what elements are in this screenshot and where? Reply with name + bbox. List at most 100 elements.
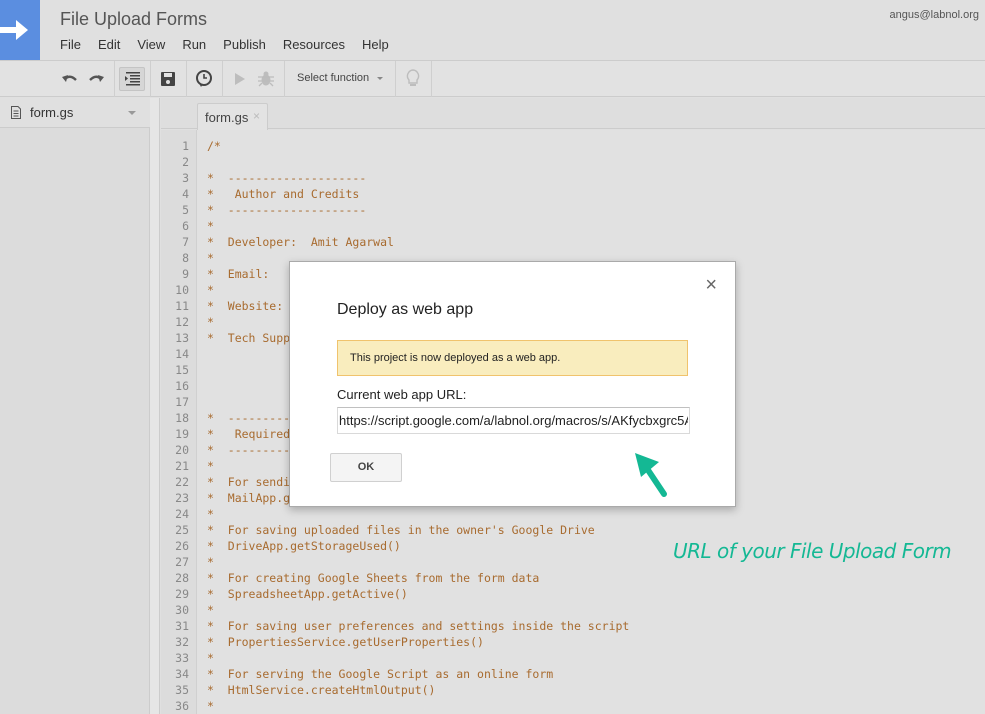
code-line: * bbox=[207, 699, 214, 713]
editor-tabs: form.gs × bbox=[161, 98, 985, 130]
line-number: 35 bbox=[175, 683, 189, 697]
line-number: 14 bbox=[175, 347, 189, 361]
redo-button[interactable] bbox=[83, 67, 109, 91]
line-number: 11 bbox=[175, 299, 189, 313]
code-line: * MailApp.g bbox=[207, 491, 291, 505]
line-number: 33 bbox=[175, 651, 189, 665]
code-line: * Author and Credits bbox=[207, 187, 360, 201]
menu-run[interactable]: Run bbox=[182, 37, 206, 52]
toolbar: Select function bbox=[0, 60, 985, 97]
line-number: 16 bbox=[175, 379, 189, 393]
line-number: 9 bbox=[182, 267, 189, 281]
line-number: 21 bbox=[175, 459, 189, 473]
line-number: 36 bbox=[175, 699, 189, 713]
code-line: * bbox=[207, 555, 214, 569]
project-title[interactable]: File Upload Forms bbox=[60, 9, 207, 30]
line-number: 20 bbox=[175, 443, 189, 457]
user-email[interactable]: angus@labnol.org bbox=[890, 9, 979, 21]
code-line: * --------- bbox=[207, 443, 291, 457]
code-line: * -------------------- bbox=[207, 203, 367, 217]
close-icon[interactable]: × bbox=[253, 109, 260, 123]
menu-resources[interactable]: Resources bbox=[283, 37, 345, 52]
line-number: 2 bbox=[182, 155, 189, 169]
save-icon bbox=[161, 72, 175, 86]
line-number: 13 bbox=[175, 331, 189, 345]
apps-script-editor: File Upload Forms angus@labnol.org File … bbox=[0, 0, 985, 714]
menu-file[interactable]: File bbox=[60, 37, 81, 52]
redo-icon bbox=[89, 75, 104, 82]
indent-icon bbox=[125, 72, 140, 86]
undo-icon bbox=[62, 75, 77, 82]
indent-button[interactable] bbox=[119, 67, 145, 91]
line-number: 17 bbox=[175, 395, 189, 409]
code-line: * For creating Google Sheets from the fo… bbox=[207, 571, 540, 585]
web-app-url-field[interactable] bbox=[337, 407, 690, 434]
ok-button[interactable]: OK bbox=[330, 453, 402, 482]
menu-help[interactable]: Help bbox=[362, 37, 389, 52]
lightbulb-icon bbox=[406, 69, 420, 86]
notice-text: This project is now deployed as a web ap… bbox=[350, 352, 561, 364]
code-line: * HtmlService.createHtmlOutput() bbox=[207, 683, 436, 697]
code-line: * Developer: Amit Agarwal bbox=[207, 235, 394, 249]
annotation-text: URL of your File Upload Form bbox=[673, 539, 952, 563]
line-number: 29 bbox=[175, 587, 189, 601]
code-line: * bbox=[207, 251, 214, 265]
line-number: 32 bbox=[175, 635, 189, 649]
line-number: 25 bbox=[175, 523, 189, 537]
line-number: 31 bbox=[175, 619, 189, 633]
code-line: * --------- bbox=[207, 411, 291, 425]
line-number: 27 bbox=[175, 555, 189, 569]
sidebar-file-label: form.gs bbox=[30, 105, 74, 120]
url-label: Current web app URL: bbox=[337, 387, 467, 402]
tab-form-gs[interactable]: form.gs × bbox=[197, 103, 268, 130]
triggers-button[interactable] bbox=[191, 67, 217, 91]
line-number: 24 bbox=[175, 507, 189, 521]
line-number: 30 bbox=[175, 603, 189, 617]
sidebar-file-form-gs[interactable]: form.gs bbox=[0, 98, 150, 128]
undo-button[interactable] bbox=[57, 67, 83, 91]
code-line: * Email: bbox=[207, 267, 270, 281]
dialog-title: Deploy as web app bbox=[337, 301, 474, 318]
menu-publish[interactable]: Publish bbox=[223, 37, 266, 52]
debug-button[interactable] bbox=[253, 67, 279, 91]
line-number: 5 bbox=[182, 203, 189, 217]
apps-script-logo[interactable] bbox=[0, 0, 40, 60]
close-icon[interactable]: × bbox=[705, 274, 717, 297]
line-number: 3 bbox=[182, 171, 189, 185]
code-line: * Website: bbox=[207, 299, 284, 313]
line-number: 12 bbox=[175, 315, 189, 329]
run-button[interactable] bbox=[227, 67, 253, 91]
clock-icon bbox=[196, 70, 212, 87]
function-select[interactable]: Select function bbox=[297, 72, 369, 84]
play-icon bbox=[235, 73, 245, 85]
menu-edit[interactable]: Edit bbox=[98, 37, 120, 52]
chevron-down-icon bbox=[377, 77, 383, 80]
execution-hints-button[interactable] bbox=[400, 67, 426, 91]
line-number: 28 bbox=[175, 571, 189, 585]
line-number: 6 bbox=[182, 219, 189, 233]
save-button[interactable] bbox=[155, 67, 181, 91]
arrow-right-icon bbox=[0, 20, 28, 40]
line-number: 8 bbox=[182, 251, 189, 265]
tab-label: form.gs bbox=[205, 110, 249, 125]
line-number: 10 bbox=[175, 283, 189, 297]
menu-view[interactable]: View bbox=[137, 37, 165, 52]
code-line: * bbox=[207, 283, 214, 297]
chevron-down-icon[interactable] bbox=[128, 111, 136, 115]
code-line: * For saving user preferences and settin… bbox=[207, 619, 630, 633]
code-line: * bbox=[207, 315, 214, 329]
code-line: * bbox=[207, 603, 214, 617]
code-line: * SpreadsheetApp.getActive() bbox=[207, 587, 408, 601]
sidebar-resize-handle[interactable] bbox=[150, 98, 160, 714]
line-number: 22 bbox=[175, 475, 189, 489]
bug-icon bbox=[258, 71, 274, 87]
line-number: 18 bbox=[175, 411, 189, 425]
line-number: 15 bbox=[175, 363, 189, 377]
line-number: 1 bbox=[182, 139, 189, 153]
document-icon bbox=[11, 106, 21, 119]
code-line: * Required bbox=[207, 427, 291, 441]
code-line: * bbox=[207, 219, 214, 233]
code-line: * For sendi bbox=[207, 475, 291, 489]
file-sidebar: form.gs bbox=[0, 98, 150, 714]
code-line: * -------------------- bbox=[207, 171, 367, 185]
